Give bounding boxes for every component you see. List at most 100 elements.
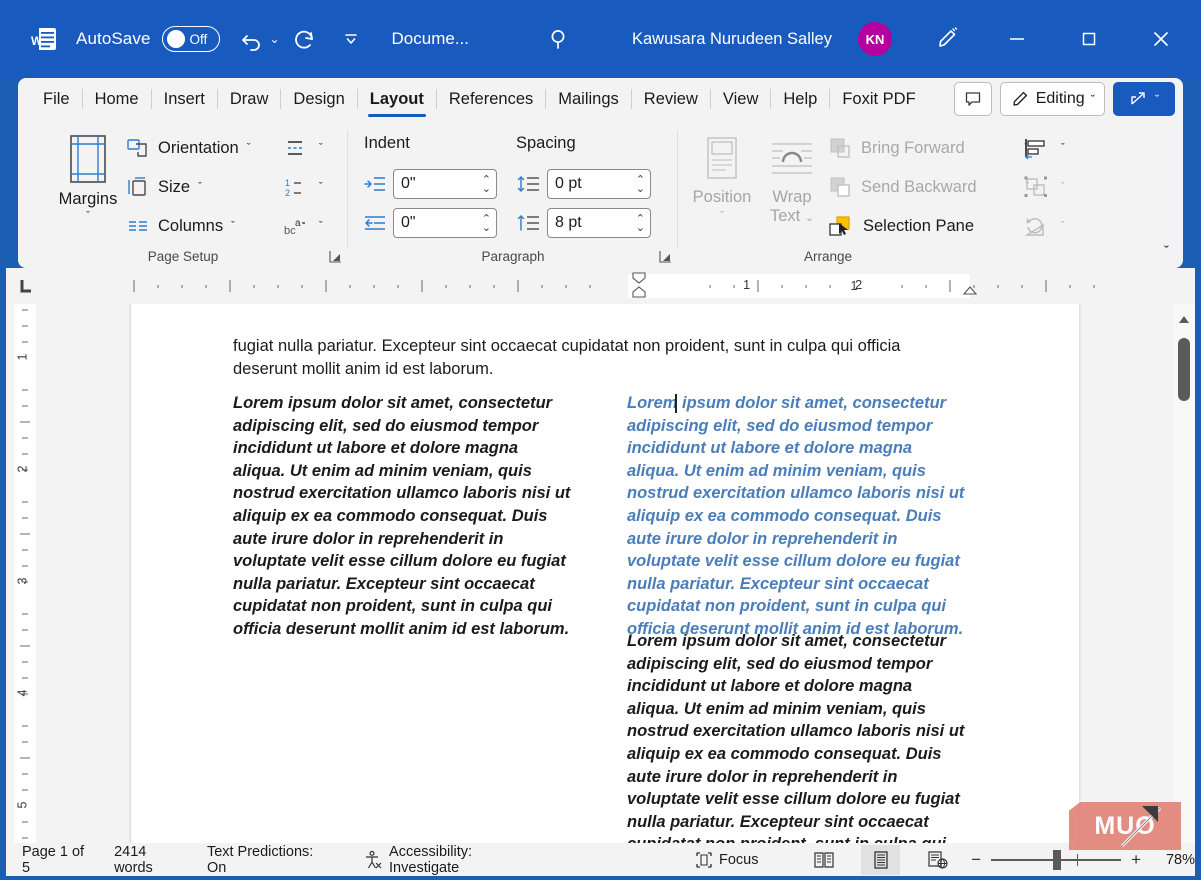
- scrollbar-thumb[interactable]: [1178, 338, 1190, 401]
- tab-view[interactable]: View: [712, 78, 769, 120]
- print-layout-icon[interactable]: [861, 845, 900, 875]
- zoom-slider[interactable]: [991, 859, 1121, 861]
- breaks-button[interactable]: ˇ: [283, 130, 323, 166]
- indent-left-input[interactable]: 0" ⌃⌄: [393, 169, 497, 199]
- share-button[interactable]: ˇ: [1113, 82, 1175, 116]
- zoom-slider-thumb[interactable]: [1053, 850, 1061, 870]
- tab-insert[interactable]: Insert: [153, 78, 216, 120]
- wrap-text-button[interactable]: WrapText ⌄: [756, 128, 828, 240]
- line-numbers-icon: 1 2: [283, 175, 307, 199]
- chevron-down-icon: ˇ: [1061, 142, 1065, 154]
- paragraph-right-blue[interactable]: Lorem ipsum dolor sit amet, consectetur …: [627, 392, 967, 641]
- tab-stop-left-icon[interactable]: [14, 274, 40, 298]
- spacing-after-input[interactable]: 8 pt ⌃⌄: [547, 208, 651, 238]
- tab-design[interactable]: Design: [282, 78, 355, 120]
- page-indicator[interactable]: Page 1 of 5: [12, 845, 104, 875]
- indent-left-icon: [364, 174, 386, 194]
- scroll-up-arrow-icon[interactable]: [1173, 308, 1195, 330]
- autosave-toggle[interactable]: Off: [162, 26, 220, 52]
- minimize-icon[interactable]: [994, 16, 1040, 62]
- vruler-label-5: 5: [15, 802, 29, 809]
- vruler-label-3: 3: [15, 578, 29, 585]
- line-numbers-button[interactable]: 1 2 ˇ: [283, 169, 323, 205]
- chevron-down-icon: ˇ: [86, 210, 90, 222]
- avatar[interactable]: KN: [858, 22, 892, 56]
- tab-help[interactable]: Help: [772, 78, 828, 120]
- columns-button[interactable]: Columns ˇ: [126, 208, 235, 244]
- customize-quick-access-toolbar-icon[interactable]: [340, 19, 362, 59]
- margins-icon: [65, 134, 111, 186]
- align-objects-button[interactable]: ˇ: [1023, 130, 1065, 166]
- maximize-icon[interactable]: [1066, 16, 1112, 62]
- text-predictions-label: Text Predictions: On: [207, 844, 333, 876]
- editing-mode-button[interactable]: Editing ˇ: [1000, 82, 1105, 116]
- bring-forward-label: Bring Forward: [861, 139, 965, 158]
- orientation-button[interactable]: Orientation ˇ: [126, 130, 250, 166]
- size-button[interactable]: Size ˇ: [126, 169, 202, 205]
- tab-mailings[interactable]: Mailings: [547, 78, 630, 120]
- tab-divider: [710, 89, 711, 109]
- paragraph-left-body[interactable]: Lorem ipsum dolor sit amet, consectetur …: [233, 392, 573, 641]
- margins-button[interactable]: Margins ˇ: [38, 128, 138, 240]
- group-label-paragraph: Paragraph: [348, 249, 678, 264]
- page-setup-dialog-launcher[interactable]: [329, 250, 342, 263]
- tab-layout[interactable]: Layout: [359, 78, 435, 120]
- pencil-icon: [1010, 89, 1030, 109]
- chevron-down-icon: ˇ: [247, 142, 251, 154]
- hyphenation-button[interactable]: bc a ˇ: [283, 208, 323, 244]
- send-backward-button[interactable]: Send Backward ˇ: [828, 169, 1029, 205]
- word-count[interactable]: 2414 words: [104, 845, 197, 875]
- position-button[interactable]: Position ˇ: [686, 128, 758, 240]
- paragraph-right-black[interactable]: Lorem ipsum dolor sit amet, consectetur …: [627, 630, 967, 843]
- spacing-after-stepper[interactable]: ⌃⌄: [636, 209, 645, 239]
- tab-references[interactable]: References: [438, 78, 544, 120]
- user-name-label[interactable]: Kawusara Nurudeen Salley: [632, 30, 832, 49]
- right-indent-marker[interactable]: [962, 286, 978, 298]
- collapse-ribbon-chevron-icon[interactable]: ˇ: [1164, 243, 1169, 260]
- document-canvas[interactable]: fugiat nulla pariatur. Excepteur sint oc…: [42, 304, 1173, 843]
- zoom-out-button[interactable]: −: [971, 850, 981, 870]
- undo-dropdown-caret-icon[interactable]: ⌄: [268, 19, 282, 59]
- spacing-before-stepper[interactable]: ⌃⌄: [636, 170, 645, 200]
- bring-forward-button[interactable]: Bring Forward ˇ: [828, 130, 1027, 166]
- left-indent-marker[interactable]: [631, 286, 647, 302]
- autosave-state-label: Off: [190, 32, 208, 47]
- paragraph-dialog-launcher[interactable]: [659, 250, 672, 263]
- group-label-page-setup: Page Setup: [18, 249, 348, 264]
- accessibility-status[interactable]: Accessibility: Investigate: [353, 845, 551, 875]
- spacing-before-input[interactable]: 0 pt ⌃⌄: [547, 169, 651, 199]
- selection-pane-button[interactable]: Selection Pane: [828, 208, 974, 244]
- search-icon[interactable]: [547, 19, 573, 59]
- rotate-objects-button[interactable]: ˇ: [1023, 208, 1065, 244]
- text-predictions-status[interactable]: Text Predictions: On: [197, 845, 343, 875]
- indent-right-stepper[interactable]: ⌃⌄: [482, 209, 491, 239]
- tab-divider: [545, 89, 546, 109]
- word-count-label: 2414 words: [114, 844, 187, 876]
- vruler-label-2: 2: [15, 466, 29, 473]
- chevron-down-icon: ˇ: [1091, 92, 1095, 107]
- tab-divider: [82, 89, 83, 109]
- undo-icon[interactable]: [238, 19, 266, 59]
- tab-foxit-pdf[interactable]: Foxit PDF: [831, 78, 926, 120]
- indent-right-input[interactable]: 0" ⌃⌄: [393, 208, 497, 238]
- first-line-indent-marker[interactable]: [631, 272, 647, 284]
- horizontal-ruler[interactable]: 1 x 1 2: [6, 268, 1195, 304]
- web-layout-icon[interactable]: [918, 845, 957, 875]
- document-page[interactable]: fugiat nulla pariatur. Excepteur sint oc…: [130, 304, 1080, 843]
- focus-mode-button[interactable]: Focus: [685, 845, 769, 875]
- tab-draw[interactable]: Draw: [219, 78, 280, 120]
- vertical-ruler[interactable]: 1 2 3 4 5: [6, 304, 42, 843]
- close-icon[interactable]: [1138, 16, 1184, 62]
- indent-left-stepper[interactable]: ⌃⌄: [482, 170, 491, 200]
- comment-icon[interactable]: [954, 82, 992, 116]
- tab-review[interactable]: Review: [633, 78, 709, 120]
- vertical-scrollbar[interactable]: [1173, 304, 1195, 843]
- tab-home[interactable]: Home: [84, 78, 150, 120]
- pen-icon[interactable]: [930, 19, 964, 59]
- document-name-label[interactable]: Docume...: [392, 29, 469, 49]
- redo-icon[interactable]: [292, 19, 320, 59]
- group-objects-button[interactable]: ˇ: [1023, 169, 1065, 205]
- paragraph-left-tail[interactable]: fugiat nulla pariatur. Excepteur sint oc…: [233, 335, 953, 380]
- tab-file[interactable]: File: [32, 78, 81, 120]
- read-mode-icon[interactable]: [805, 845, 844, 875]
